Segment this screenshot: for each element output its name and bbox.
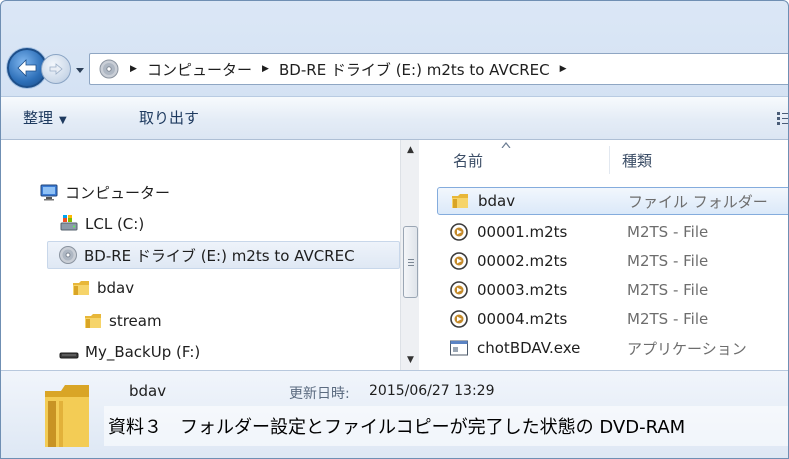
tree-item-label: BD-RE ドライブ (E:) m2ts to AVCREC [84, 246, 355, 265]
file-type: ファイル フォルダー [628, 192, 768, 211]
tree-item-bd-re-drive[interactable]: BD-RE ドライブ (E:) m2ts to AVCREC [47, 241, 400, 269]
media-file-icon [450, 252, 468, 270]
media-file-icon [450, 281, 468, 299]
exe-file-icon [450, 340, 468, 356]
file-name: bdav [478, 192, 516, 210]
file-type: アプリケーション [627, 339, 747, 358]
file-type: M2TS - File [627, 252, 709, 270]
tree-item-bdav[interactable]: bdav [71, 274, 134, 302]
organize-button[interactable]: 整理 ▼ [23, 107, 67, 128]
modified-label: 更新日時: [289, 386, 350, 402]
file-type: M2TS - File [627, 310, 709, 328]
tree-item-stream[interactable]: stream [83, 307, 162, 335]
optical-disc-icon [59, 246, 77, 264]
breadcrumb-separator-icon[interactable]: ▶ [262, 64, 270, 74]
breadcrumb-drive[interactable]: BD-RE ドライブ (E:) m2ts to AVCREC [279, 59, 550, 80]
breadcrumb-separator-icon[interactable]: ▶ [130, 64, 138, 74]
command-bar: 整理 ▼ 取り出す [1, 96, 789, 140]
file-type: M2TS - File [627, 223, 709, 241]
tree-item-lcl-c[interactable]: LCL (C:) [59, 210, 144, 238]
folder-icon [85, 314, 101, 328]
column-divider[interactable] [609, 146, 610, 174]
selected-item-name: bdav [129, 382, 167, 400]
navigation-row: ▶ コンピューター ▶ BD-RE ドライブ (E:) m2ts to AVCR… [7, 45, 788, 91]
file-name: 00003.m2ts [477, 281, 568, 299]
scroll-down-icon[interactable]: ▼ [401, 354, 420, 366]
title-bar [1, 1, 788, 45]
tree-item-my-backup-f[interactable]: My_BackUp (F:) [59, 338, 200, 366]
column-header-name[interactable]: 名前 [453, 140, 483, 180]
file-row[interactable]: chotBDAV.exe アプリケーション [437, 334, 788, 362]
modified-value: 2015/06/27 13:29 [369, 383, 495, 399]
folder-icon [45, 385, 89, 447]
file-name: chotBDAV.exe [477, 339, 581, 357]
navigation-pane: コンピューター LCL (C:) BD-RE ドライブ (E:) m2ts to… [1, 140, 419, 370]
arrow-left-icon [17, 59, 37, 77]
organize-label: 整理 [23, 109, 54, 127]
file-row[interactable]: bdav ファイル フォルダー [437, 187, 788, 215]
breadcrumb-separator-icon[interactable]: ▶ [560, 64, 568, 74]
tree-item-computer[interactable]: コンピューター [39, 178, 170, 206]
address-bar[interactable]: ▶ コンピューター ▶ BD-RE ドライブ (E:) m2ts to AVCR… [89, 53, 788, 85]
hard-disk-icon [60, 215, 78, 231]
column-header-type[interactable]: 種類 [622, 140, 652, 180]
view-options-icon[interactable] [777, 111, 789, 125]
optical-disc-icon [99, 59, 119, 79]
file-name: 00004.m2ts [477, 310, 568, 328]
tree-item-label: bdav [97, 279, 135, 297]
file-type: M2TS - File [627, 281, 709, 299]
media-file-icon [450, 310, 468, 328]
figure-caption: 資料３ フォルダー設定とファイルコピーが完了した状態の DVD-RAM [104, 406, 788, 446]
chevron-down-icon: ▼ [59, 115, 67, 126]
tree-item-label: LCL (C:) [85, 215, 145, 233]
details-pane: bdav 更新日時: 2015/06/27 13:29 資料３ フォルダー設定と… [1, 370, 788, 458]
file-row[interactable]: 00004.m2ts M2TS - File [437, 305, 788, 333]
computer-icon [40, 184, 58, 201]
file-name: 00001.m2ts [477, 223, 568, 241]
tree-item-label: コンピューター [65, 183, 171, 202]
file-row[interactable]: 00001.m2ts M2TS - File [437, 218, 788, 246]
folder-icon [452, 194, 468, 208]
explorer-window: ▶ コンピューター ▶ BD-RE ドライブ (E:) m2ts to AVCR… [0, 0, 789, 459]
scrollbar-thumb[interactable] [403, 226, 418, 298]
sort-ascending-icon [501, 142, 511, 148]
forward-button[interactable] [41, 54, 71, 84]
file-row[interactable]: 00003.m2ts M2TS - File [437, 276, 788, 304]
folder-icon [73, 281, 89, 295]
eject-label: 取り出す [139, 109, 200, 127]
file-list-pane: 名前 種類 bdav ファイル フォルダー 00001.m2ts M2TS - … [419, 140, 788, 370]
tree-item-label: stream [109, 312, 162, 330]
file-name: 00002.m2ts [477, 252, 568, 270]
recent-pages-chevron-icon[interactable] [74, 64, 86, 76]
tree-item-label: My_BackUp (F:) [85, 343, 201, 361]
nav-pane-scrollbar[interactable]: ▲ ▼ [400, 140, 419, 370]
eject-button[interactable]: 取り出す [139, 107, 199, 128]
arrow-right-icon [49, 63, 63, 75]
scroll-up-icon[interactable]: ▲ [401, 144, 420, 156]
removable-drive-icon [59, 352, 79, 359]
file-row[interactable]: 00002.m2ts M2TS - File [437, 247, 788, 275]
media-file-icon [450, 223, 468, 241]
breadcrumb-computer[interactable]: コンピューター [147, 59, 252, 80]
grip-icon [408, 259, 414, 266]
